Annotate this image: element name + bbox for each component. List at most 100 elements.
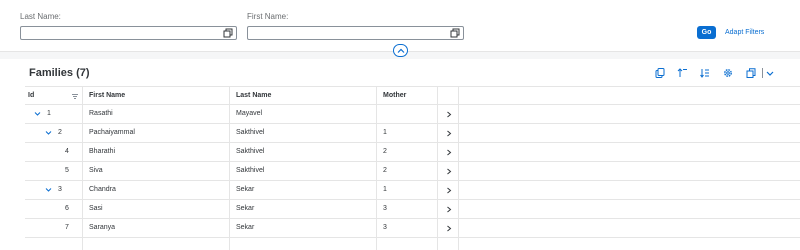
first-name-input[interactable] [247,26,464,40]
chevron-right-icon[interactable] [446,187,452,194]
cell-navigation[interactable] [438,124,459,142]
cell-mother: 2 [377,162,438,180]
copy-icon[interactable] [655,68,665,78]
value-help-icon[interactable] [450,28,460,38]
column-header-id[interactable]: Id [25,87,83,105]
row-id: 3 [58,186,62,193]
cell-navigation[interactable] [438,105,459,123]
table-toolbar: Families (7) [0,59,800,86]
cell-id [25,238,83,250]
row-id: 7 [65,224,69,231]
cell-last-name: Sakthivel [230,162,377,180]
mother-text: 1 [383,186,387,193]
cell-mother [377,238,438,250]
table-row[interactable]: 6 Sasi Sekar 3 [25,200,800,219]
last-name-text: Mayavel [236,110,263,117]
chevron-right-icon[interactable] [446,149,452,156]
mother-text: 3 [383,205,387,212]
chevron-right-icon[interactable] [446,111,452,118]
sort-icon[interactable] [700,68,710,78]
toolbar-separator [762,68,763,78]
cell-first-name: Siva [83,162,230,180]
chevron-right-icon[interactable] [446,130,452,137]
cell-id: 5 [25,162,83,180]
cell-navigation[interactable] [438,181,459,199]
chevron-right-icon[interactable] [446,168,452,175]
cell-navigation[interactable] [438,143,459,161]
last-name-filter: Last Name: [20,12,237,40]
last-name-text: Sakthivel [236,129,265,136]
cell-first-name: Saranya [83,219,230,237]
cell-first-name [83,238,230,250]
cell-filler [459,238,800,250]
table-row[interactable]: 2 Pachaiyammal Sakthivel 1 [25,124,800,143]
cell-id: 4 [25,143,83,161]
row-id: 4 [65,148,69,155]
expander-icon[interactable] [45,187,52,193]
first-name-text: Siva [89,167,103,174]
row-id: 2 [58,129,62,136]
cell-first-name: Chandra [83,181,230,199]
table-row[interactable]: 7 Saranya Sekar 3 [25,219,800,238]
expander-icon[interactable] [45,130,52,136]
cell-navigation[interactable] [438,162,459,180]
export-icon[interactable] [746,68,756,78]
cell-first-name: Pachaiyammal [83,124,230,142]
last-name-label: Last Name: [20,12,61,21]
go-button[interactable]: Go [697,26,716,39]
sort-ascending-icon[interactable] [677,68,687,78]
cell-mother: 1 [377,124,438,142]
cell-first-name: Bharathi [83,143,230,161]
mother-text: 3 [383,224,387,231]
cell-last-name [230,238,377,250]
cell-navigation [438,238,459,250]
cell-id: 2 [25,124,83,142]
first-name-filter: First Name: [247,12,464,40]
table-panel: Families (7) Id First Name Last Name Mot… [0,59,800,250]
cell-last-name: Sakthivel [230,143,377,161]
collapse-header-button[interactable] [393,44,408,57]
last-name-input[interactable] [20,26,237,40]
chevron-right-icon[interactable] [446,206,452,213]
last-name-text: Sekar [236,186,255,193]
cell-filler [459,124,800,142]
first-name-text: Bharathi [89,148,116,155]
cell-id: 6 [25,200,83,218]
column-menu-icon [72,94,78,99]
cell-id: 1 [25,105,83,123]
column-header-first-name[interactable]: First Name [83,87,230,105]
cell-id: 7 [25,219,83,237]
last-name-text: Sekar [236,205,255,212]
value-help-icon[interactable] [223,28,233,38]
cell-navigation[interactable] [438,200,459,218]
column-header-mother[interactable]: Mother [377,87,438,105]
adapt-filters-link[interactable]: Adapt Filters [725,26,764,39]
cell-id: 3 [25,181,83,199]
mother-text: 2 [383,148,387,155]
table-row[interactable]: 3 Chandra Sekar 1 [25,181,800,200]
table-row[interactable]: 4 Bharathi Sakthivel 2 [25,143,800,162]
cell-first-name: Rasathi [83,105,230,123]
column-header-label: Mother [383,92,407,99]
table-row[interactable]: 1 Rasathi Mayavel [25,105,800,124]
first-name-text: Saranya [89,224,116,231]
column-header-filler [459,87,800,105]
column-header-navigation [438,87,459,105]
cell-filler [459,181,800,199]
first-name-text: Rasathi [89,110,113,117]
cell-last-name: Mayavel [230,105,377,123]
cell-last-name: Sekar [230,219,377,237]
first-name-text: Pachaiyammal [89,129,135,136]
expander-icon[interactable] [34,111,41,117]
mother-text: 1 [383,129,387,136]
mother-text: 2 [383,167,387,174]
chevron-down-icon[interactable] [765,68,775,78]
cell-last-name: Sakthivel [230,124,377,142]
table-row[interactable]: 5 Siva Sakthivel 2 [25,162,800,181]
table-header-row: Id First Name Last Name Mother [25,86,800,105]
cell-navigation[interactable] [438,219,459,237]
chevron-right-icon[interactable] [446,225,452,232]
column-header-last-name[interactable]: Last Name [230,87,377,105]
gear-icon[interactable] [723,68,733,78]
table-row-empty [25,238,800,250]
